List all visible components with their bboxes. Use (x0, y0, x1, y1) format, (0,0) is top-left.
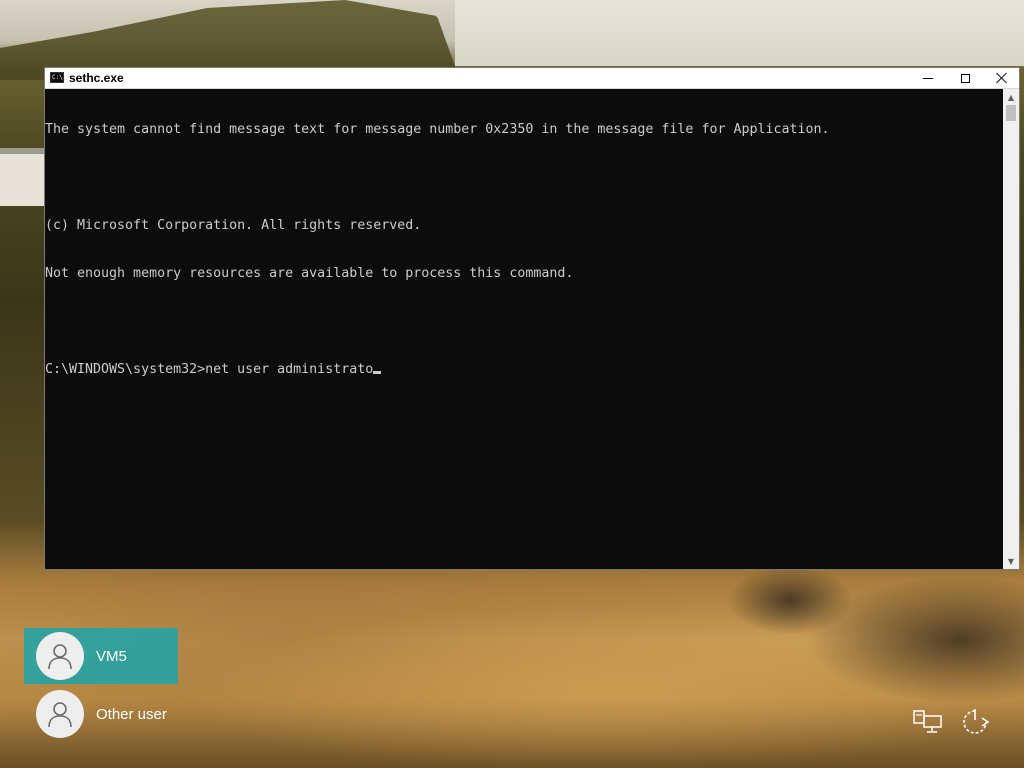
minimize-button[interactable] (909, 68, 947, 88)
title-bar[interactable]: C:\ sethc.exe (45, 68, 1019, 89)
command-line[interactable]: C:\WINDOWS\system32>net user administrat… (45, 362, 1004, 378)
user-tile-other-user[interactable]: Other user (24, 686, 178, 742)
power-icon[interactable] (958, 706, 992, 738)
user-tile-vm5[interactable]: VM5 (24, 628, 178, 684)
close-button[interactable] (983, 68, 1021, 88)
network-icon[interactable] (911, 706, 945, 738)
text-cursor (373, 371, 382, 374)
minimize-icon (923, 77, 933, 79)
console-icon: C:\ (50, 72, 64, 83)
scroll-thumb[interactable] (1006, 105, 1016, 121)
window-title: sethc.exe (69, 71, 124, 85)
maximize-icon (960, 73, 970, 83)
console-line: The system cannot find message text for … (45, 122, 830, 137)
user-avatar-icon (36, 632, 84, 680)
maximize-button[interactable] (946, 68, 984, 88)
scroll-down-arrow-icon[interactable]: ▼ (1003, 553, 1019, 569)
user-avatar-icon (36, 690, 84, 738)
background-sky (455, 0, 1024, 66)
console-output[interactable]: The system cannot find message text for … (45, 89, 1004, 569)
console-window[interactable]: C:\ sethc.exe The system cannot find mes… (44, 67, 1020, 570)
background-house (0, 148, 44, 206)
scroll-up-arrow-icon[interactable]: ▲ (1003, 89, 1019, 105)
vertical-scrollbar[interactable]: ▲ ▼ (1003, 89, 1019, 569)
console-line: (c) Microsoft Corporation. All rights re… (45, 218, 422, 233)
user-name: Other user (96, 705, 167, 723)
console-line: Not enough memory resources are availabl… (45, 266, 574, 281)
command-input[interactable]: net user administrato (205, 362, 373, 377)
command-prompt: C:\WINDOWS\system32> (45, 362, 206, 377)
close-icon (996, 72, 1008, 84)
user-name: VM5 (96, 647, 127, 665)
